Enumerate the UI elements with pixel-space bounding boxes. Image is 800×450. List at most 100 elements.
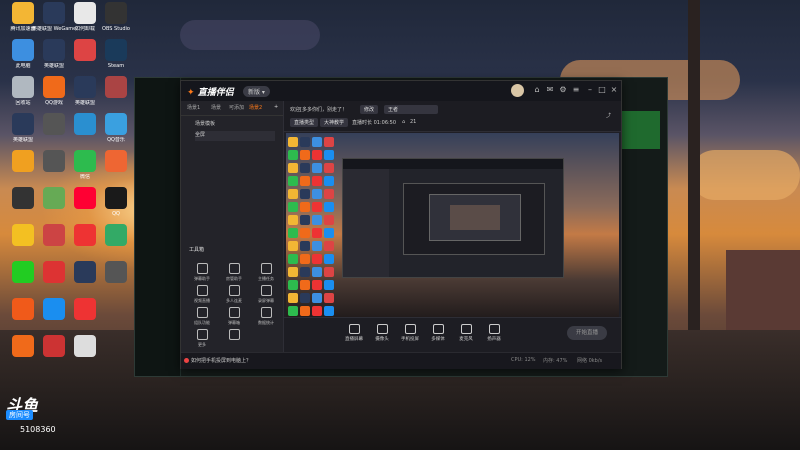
toolbox-item[interactable]: 录屏弹幕 xyxy=(253,285,279,304)
tool-label: 房管助手 xyxy=(226,276,242,281)
desktop-icon[interactable] xyxy=(63,335,107,377)
memory-status: 内存: 47% xyxy=(543,358,568,364)
edit-button[interactable]: 修改 xyxy=(360,105,379,114)
title-bar: ✦ 直播伴侣 新版 ▾ ⌂ ✉ ⚙ ≡ – □ × xyxy=(181,81,621,101)
room-id: 5108360 xyxy=(20,425,56,434)
toolbox-item[interactable]: 组队功能 xyxy=(189,307,215,326)
preview-icon xyxy=(324,293,334,303)
toolbox-item[interactable]: 房管助手 xyxy=(221,263,247,282)
tool-icon xyxy=(228,263,240,274)
desktop-icon[interactable] xyxy=(94,261,138,303)
preview-icon xyxy=(300,254,310,264)
preview-icon xyxy=(300,189,310,199)
desktop-icon[interactable] xyxy=(94,224,138,266)
preview-icon xyxy=(300,293,310,303)
app-icon xyxy=(12,224,34,246)
version-badge[interactable]: 新版 ▾ xyxy=(243,86,270,97)
maximize-icon[interactable]: □ xyxy=(598,86,606,94)
preview-inner-window-2 xyxy=(429,194,521,241)
bottom-tool-button[interactable]: 手机投屏 xyxy=(398,324,422,342)
toolbox-item[interactable]: 弹幕助手 xyxy=(189,263,215,282)
streaming-app-window[interactable]: ✦ 直播伴侣 新版 ▾ ⌂ ✉ ⚙ ≡ – □ × 场景1 场景 可添加 场景2… xyxy=(180,80,622,369)
preview-icon xyxy=(324,176,334,186)
app-icon xyxy=(43,76,65,98)
scene-item-fullscreen[interactable]: 全屏 xyxy=(195,131,275,141)
douyu-watermark: 斗鱼 房间号 5108360 xyxy=(6,392,66,442)
go-live-button[interactable]: 开始直播 xyxy=(567,326,607,340)
toolbox-item[interactable] xyxy=(221,329,247,342)
bottom-tool-label: 手机投屏 xyxy=(401,337,419,342)
toolbox-item[interactable]: 数据统计 xyxy=(253,307,279,326)
tool-icon xyxy=(260,285,272,296)
app-icon xyxy=(105,187,127,209)
desktop-icon[interactable]: OBS Studio xyxy=(94,2,138,44)
preview-icon xyxy=(312,228,322,238)
scene-tabs: 场景1 场景 可添加 场景2 + xyxy=(181,101,283,116)
tool-icon xyxy=(196,307,208,318)
bottom-tool-button[interactable]: 扬声器 xyxy=(482,324,506,342)
desktop-icon[interactable]: QQ xyxy=(94,187,138,229)
desktop-icon[interactable] xyxy=(94,76,138,118)
tab-scene2[interactable]: 场景2 xyxy=(249,104,262,111)
preview-inner-window-3 xyxy=(450,205,500,230)
tag-stream-type[interactable]: 直播类型 xyxy=(290,118,319,127)
desktop-icon[interactable]: QQ音乐 xyxy=(94,113,138,155)
app-icon xyxy=(105,113,127,135)
share-icon[interactable]: ⤴ xyxy=(606,112,611,119)
close-icon[interactable]: × xyxy=(610,86,618,94)
footer-tip[interactable]: 如何把手机投屏到电脑上？ xyxy=(191,357,251,364)
preview-icon xyxy=(300,306,310,316)
footer-bar: 如何把手机投屏到电脑上？ CPU: 12% 内存: 47% 网络 0kb/s xyxy=(181,352,621,369)
bottom-tool-button[interactable]: 麦克风 xyxy=(454,324,478,342)
bottom-tool-button[interactable]: 直播屏幕 xyxy=(342,324,366,342)
network-status: 网络 0kb/s xyxy=(577,358,603,364)
app-icon xyxy=(43,187,65,209)
stream-preview[interactable] xyxy=(286,133,619,317)
tab-addable[interactable]: 可添加 xyxy=(229,104,244,111)
bottom-tool-button[interactable]: 多媒体 xyxy=(426,324,450,342)
add-scene-icon[interactable]: + xyxy=(274,104,278,110)
toolbox-item[interactable]: 更多 xyxy=(189,329,215,348)
category-select[interactable]: 王者 xyxy=(384,105,438,114)
tag-teaching[interactable]: 大神教学 xyxy=(320,118,349,127)
desktop-icon-label: Steam xyxy=(107,63,125,69)
tool-icon xyxy=(196,263,208,274)
bottom-tool-label: 摄像头 xyxy=(375,337,389,342)
toolbox-item[interactable]: 主播任务 xyxy=(253,263,279,282)
desktop-icon[interactable] xyxy=(94,150,138,192)
tab-scene[interactable]: 场景 xyxy=(211,104,221,111)
desktop-icon-label: QQ音乐 xyxy=(107,137,125,143)
preview-icon xyxy=(288,202,298,212)
preview-icon xyxy=(288,228,298,238)
app-icon xyxy=(12,39,34,61)
tab-scene1[interactable]: 场景1 xyxy=(187,104,200,111)
avatar[interactable] xyxy=(511,84,524,97)
scene-item-template[interactable]: 场景模板 xyxy=(195,120,215,130)
bottom-tool-icon xyxy=(460,324,472,334)
tool-icon xyxy=(196,285,208,296)
app-icon xyxy=(12,76,34,98)
toolbox-item[interactable]: 弹幕箱 xyxy=(221,307,247,326)
bottom-tool-button[interactable]: 摄像头 xyxy=(370,324,394,342)
toolbox-item[interactable]: 多人连麦 xyxy=(221,285,247,304)
preview-icon xyxy=(312,254,322,264)
desktop-icon[interactable] xyxy=(63,298,107,340)
obs-sidebar xyxy=(135,78,181,376)
message-icon[interactable]: ✉ xyxy=(546,86,554,94)
settings-icon[interactable]: ⚙ xyxy=(559,86,567,94)
app-icon xyxy=(105,224,127,246)
tool-icon xyxy=(260,263,272,274)
preview-nested-window xyxy=(342,158,564,278)
preview-icon xyxy=(312,163,322,173)
stream-title[interactable]: 欢迎[多多你们，别走了！ xyxy=(290,106,347,113)
tool-label: 视频直播 xyxy=(194,298,210,303)
home-icon[interactable]: ⌂ xyxy=(533,86,541,94)
preview-icon xyxy=(324,267,334,277)
desktop-icon[interactable]: Steam xyxy=(94,39,138,81)
menu-icon[interactable]: ≡ xyxy=(572,86,580,94)
preview-icon xyxy=(288,254,298,264)
toolbox-item[interactable]: 视频直播 xyxy=(189,285,215,304)
minimize-icon[interactable]: – xyxy=(586,86,594,94)
app-icon xyxy=(74,2,96,24)
preview-icon xyxy=(300,137,310,147)
